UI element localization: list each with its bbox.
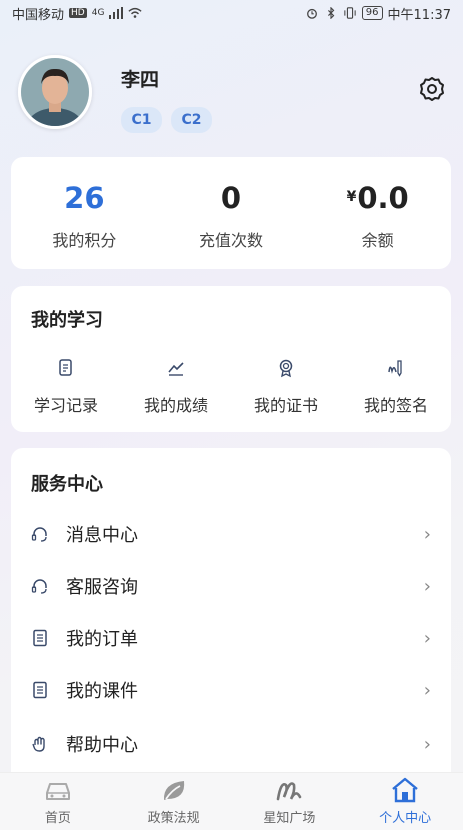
chevron-right-icon: › <box>423 575 431 597</box>
document-icon <box>59 359 72 376</box>
recharge-count-stat[interactable]: 0 充值次数 <box>158 157 305 269</box>
chevron-right-icon: › <box>423 679 431 701</box>
balance-amount: ¥0.0 <box>347 181 409 219</box>
license-tag: C2 <box>171 107 212 133</box>
balance-label: 余额 <box>361 231 394 250</box>
study-record-label: 学习记录 <box>33 396 98 415</box>
license-tags: C1 C2 <box>121 107 212 133</box>
signal-icon <box>109 7 124 19</box>
my-signature-item[interactable]: 我的签名 <box>341 358 451 416</box>
message-center-row[interactable]: 消息中心 › <box>11 508 451 560</box>
tab-personal-center[interactable]: 个人中心 <box>347 773 463 830</box>
car-icon <box>45 783 70 800</box>
status-bar: 中国移动 HD 4G 96 中午11:37 <box>0 0 463 26</box>
stats-card: 26 我的积分 0 充值次数 ¥0.0 余额 <box>11 157 451 269</box>
tab-personal-center-label: 个人中心 <box>379 811 432 826</box>
tab-policies[interactable]: 政策法规 <box>116 773 232 830</box>
clock: 中午11:37 <box>387 7 451 23</box>
bottom-tab-bar: 首页 政策法规 星知广场 个人中心 <box>0 772 463 830</box>
scribble-icon <box>277 782 302 801</box>
house-icon <box>392 777 418 803</box>
pen-icon <box>388 360 402 377</box>
vibrate-icon <box>344 7 356 19</box>
tab-knowledge-square-label: 星知广场 <box>263 811 316 826</box>
balance-value: 0.0 <box>357 181 409 215</box>
my-certificate-item[interactable]: 我的证书 <box>231 358 341 416</box>
my-scores-label: 我的成绩 <box>143 396 208 415</box>
my-courseware-label: 我的课件 <box>66 681 138 702</box>
tab-home[interactable]: 首页 <box>0 773 116 830</box>
list-icon <box>33 681 47 699</box>
my-signature-label: 我的签名 <box>363 396 428 415</box>
leaf-icon <box>163 781 184 800</box>
service-center-title: 服务中心 <box>31 474 103 495</box>
my-orders-row[interactable]: 我的订单 › <box>11 612 451 664</box>
chevron-right-icon: › <box>423 523 431 545</box>
recharge-count-label: 充值次数 <box>199 231 264 250</box>
currency-symbol: ¥ <box>346 189 357 205</box>
help-center-label: 帮助中心 <box>66 735 138 756</box>
balance-stat[interactable]: ¥0.0 余额 <box>304 157 451 269</box>
hd-badge: HD <box>69 8 87 18</box>
headset-icon <box>31 579 47 594</box>
service-center-card: 服务中心 消息中心 › 客服咨询 › 我的订单 › 我的课件 › 帮助中心 › <box>11 448 451 788</box>
profile-header: 李四 C1 C2 <box>18 55 448 135</box>
user-name: 李四 <box>121 69 160 91</box>
points-stat[interactable]: 26 我的积分 <box>11 157 158 269</box>
my-study-title: 我的学习 <box>31 310 103 331</box>
avatar[interactable] <box>18 55 92 129</box>
message-center-label: 消息中心 <box>66 525 138 546</box>
badge-icon <box>279 359 293 378</box>
list-icon <box>33 629 47 647</box>
settings-gear-icon[interactable] <box>418 75 446 103</box>
avatar-image <box>21 58 89 126</box>
license-tag: C1 <box>121 107 162 133</box>
tab-home-label: 首页 <box>44 811 71 826</box>
chevron-right-icon: › <box>423 733 431 755</box>
tab-knowledge-square[interactable]: 星知广场 <box>232 773 348 830</box>
study-record-item[interactable]: 学习记录 <box>11 358 121 416</box>
help-center-row[interactable]: 帮助中心 › <box>11 718 451 770</box>
customer-service-label: 客服咨询 <box>66 577 138 598</box>
customer-service-row[interactable]: 客服咨询 › <box>11 560 451 612</box>
my-scores-item[interactable]: 我的成绩 <box>121 358 231 416</box>
recharge-count-value: 0 <box>220 181 242 215</box>
carrier-label: 中国移动 <box>12 7 65 23</box>
wifi-icon <box>128 7 143 18</box>
my-certificate-label: 我的证书 <box>253 396 318 415</box>
battery-indicator: 96 <box>361 6 383 20</box>
alarm-icon <box>306 8 317 19</box>
network-label: 4G <box>91 8 105 18</box>
tab-policies-label: 政策法规 <box>147 811 200 826</box>
my-orders-label: 我的订单 <box>66 629 138 650</box>
chevron-right-icon: › <box>423 627 431 649</box>
trend-icon <box>168 362 184 376</box>
bluetooth-icon <box>327 7 335 19</box>
my-courseware-row[interactable]: 我的课件 › <box>11 664 451 716</box>
hand-icon <box>32 736 45 752</box>
headset-icon <box>31 527 47 542</box>
points-label: 我的积分 <box>52 231 117 250</box>
points-value: 26 <box>64 181 105 215</box>
my-study-card: 我的学习 学习记录 我的成绩 我的证书 我的签名 <box>11 286 451 432</box>
